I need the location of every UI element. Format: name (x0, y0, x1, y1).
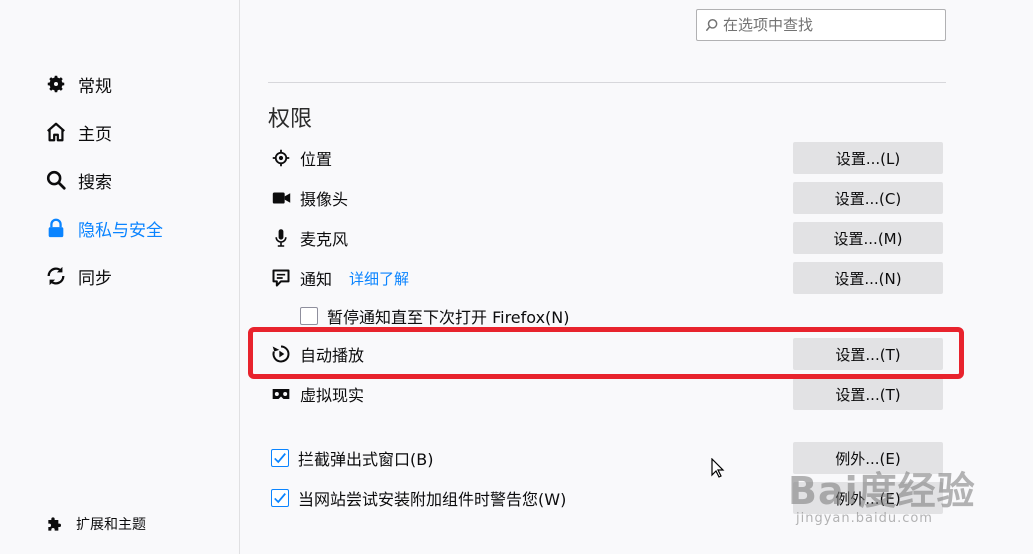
watermark: Bai度经验 jingyan.baidu.com (788, 455, 1008, 535)
camera-icon (271, 188, 291, 208)
lock-icon (44, 216, 68, 240)
sidebar-item-label: 主页 (78, 124, 112, 145)
location-icon (271, 148, 291, 168)
search-box[interactable] (696, 9, 946, 41)
section-divider (268, 82, 946, 83)
highlight-box (248, 327, 964, 379)
sidebar-item-label: 搜索 (78, 172, 112, 193)
sidebar-item-label: 同步 (78, 268, 112, 289)
learn-more-link[interactable]: 详细了解 (349, 268, 409, 289)
permission-label: 麦克风 (300, 230, 349, 249)
gear-icon (44, 72, 68, 96)
permission-row-microphone: 麦克风 设置...(M) (271, 222, 943, 254)
microphone-settings-button[interactable]: 设置...(M) (793, 222, 943, 254)
warn-addons-label: 当网站尝试安装附加组件时警告您(W) (298, 490, 567, 509)
sidebar-item-privacy[interactable]: 隐私与安全 (44, 212, 163, 244)
pause-notifications-checkbox[interactable] (300, 307, 318, 325)
sidebar-item-addons[interactable]: 扩展和主题 (46, 512, 146, 536)
sidebar-item-general[interactable]: 常规 (44, 68, 112, 100)
watermark-logo: Bai度经验 (788, 469, 976, 513)
sidebar-item-sync[interactable]: 同步 (44, 260, 112, 292)
sidebar-item-search[interactable]: 搜索 (44, 164, 112, 196)
block-popups-label: 拦截弹出式窗口(B) (298, 450, 434, 469)
permission-label: 通知 (300, 270, 333, 289)
sidebar-item-label: 常规 (78, 76, 112, 97)
search-input[interactable] (723, 16, 923, 34)
camera-settings-button[interactable]: 设置...(C) (793, 182, 943, 214)
search-icon (44, 168, 68, 192)
location-settings-button[interactable]: 设置...(L) (793, 142, 943, 174)
permission-row-camera: 摄像头 设置...(C) (271, 182, 943, 214)
vr-headset-icon (271, 384, 291, 404)
pause-notifications-label: 暂停通知直至下次打开 Firefox(N) (327, 308, 570, 327)
sidebar-item-home[interactable]: 主页 (44, 116, 112, 148)
vr-settings-button[interactable]: 设置...(T) (793, 378, 943, 410)
sync-icon (44, 264, 68, 288)
permission-row-notifications: 通知 详细了解 设置...(N) (271, 262, 943, 294)
mouse-cursor-icon (711, 458, 725, 478)
block-popups-checkbox[interactable] (271, 449, 289, 467)
puzzle-icon (46, 515, 64, 533)
permission-label: 虚拟现实 (300, 386, 365, 405)
permission-label: 摄像头 (300, 190, 349, 209)
search-icon (705, 18, 719, 32)
home-icon (44, 120, 68, 144)
permission-label: 位置 (300, 150, 333, 169)
sidebar: 常规 主页 搜索 隐私与安全 同步 扩展和主题 (0, 0, 240, 554)
watermark-url: jingyan.baidu.com (796, 511, 933, 526)
notification-icon (271, 268, 291, 288)
permission-row-location: 位置 设置...(L) (271, 142, 943, 174)
permission-row-vr: 虚拟现实 设置...(T) (271, 378, 943, 410)
section-title-permissions: 权限 (268, 107, 313, 132)
microphone-icon (271, 228, 291, 248)
sidebar-addons-label: 扩展和主题 (76, 517, 146, 533)
checkmark-icon (274, 493, 286, 504)
checkmark-icon (274, 453, 286, 464)
notifications-settings-button[interactable]: 设置...(N) (793, 262, 943, 294)
sidebar-item-label: 隐私与安全 (78, 220, 163, 241)
warn-addons-checkbox[interactable] (271, 489, 289, 507)
